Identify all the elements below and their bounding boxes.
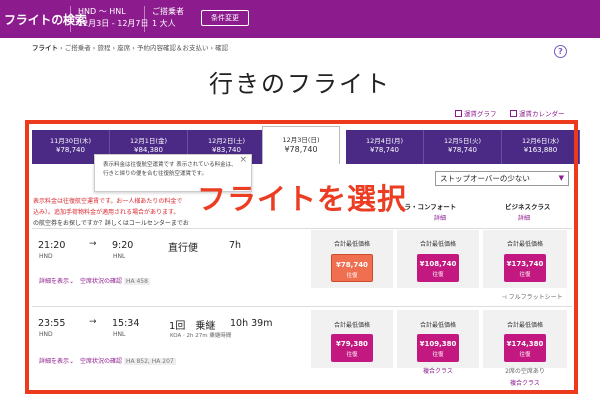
help-icon[interactable]: ?: [554, 45, 567, 58]
breadcrumb: フライト › ご搭乗者 › 旅程 › 座席 › 予約内容確認＆お支払い › 確認: [32, 42, 228, 52]
breadcrumb-steps[interactable]: › ご搭乗者 › 旅程 › 座席 › 予約内容確認＆お支払い › 確認: [60, 44, 228, 52]
route-summary: HND 〜 HNL 12月3日 - 12月7日: [78, 6, 149, 30]
change-conditions-button[interactable]: 条件変更: [201, 10, 249, 26]
fare-calendar-link[interactable]: 運賃カレンダー: [510, 108, 565, 118]
route-text: HND 〜 HNL: [78, 7, 126, 16]
flight-search-title: フライトの検索: [4, 13, 87, 27]
breadcrumb-current: フライト: [32, 44, 58, 52]
header-divider: [70, 6, 71, 32]
calendar-icon: [510, 110, 517, 117]
price-graph-link[interactable]: 運賃グラフ: [455, 108, 497, 118]
price-graph-label: 運賃グラフ: [464, 110, 497, 118]
chart-icon: [455, 110, 462, 117]
highlight-frame: [25, 120, 578, 394]
passenger-summary: ご搭乗者 1 大人: [152, 6, 184, 30]
passengers-value: 1 大人: [152, 19, 176, 28]
header-divider: [144, 6, 145, 32]
route-dates: 12月3日 - 12月7日: [78, 19, 149, 28]
passengers-label: ご搭乗者: [152, 7, 184, 16]
top-header: フライトの検索 HND 〜 HNL 12月3日 - 12月7日 ご搭乗者 1 大…: [0, 0, 600, 38]
page-title: 行きのフライト: [209, 70, 391, 98]
fare-calendar-label: 運賃カレンダー: [519, 110, 565, 118]
